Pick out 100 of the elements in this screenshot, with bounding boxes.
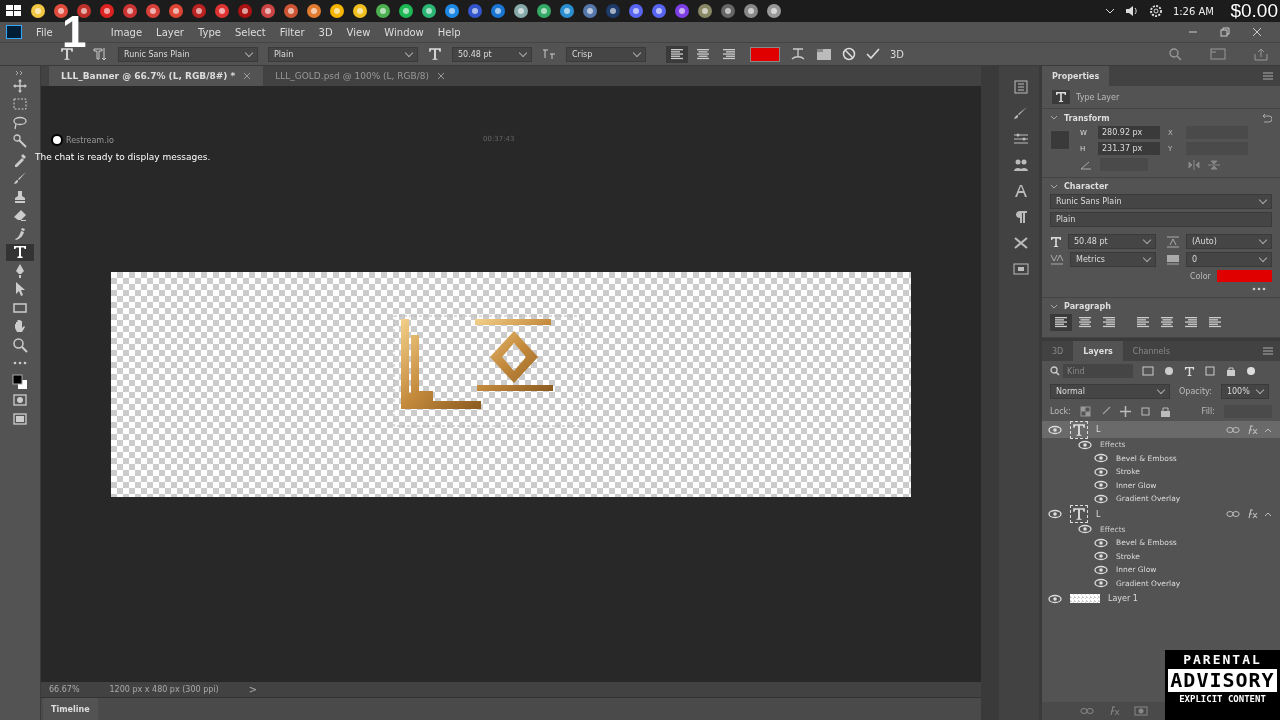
menu-item[interactable]: File	[36, 26, 53, 38]
leading-dropdown[interactable]: (Auto)	[1186, 234, 1272, 249]
close-icon[interactable]	[1252, 27, 1262, 37]
restore-icon[interactable]	[1220, 27, 1230, 37]
share-icon[interactable]	[1254, 47, 1268, 61]
app-icon[interactable]	[766, 3, 782, 19]
antialias-dropdown[interactable]: Crisp	[566, 46, 646, 62]
search-icon[interactable]	[1169, 47, 1182, 61]
app-icon[interactable]	[444, 3, 460, 19]
character-panel-icon[interactable]	[1013, 184, 1029, 198]
menu-item[interactable]: Layer	[156, 26, 184, 38]
close-icon[interactable]	[243, 72, 252, 80]
layer-row[interactable]: Layer 1	[1042, 590, 1280, 607]
eye-icon[interactable]	[1094, 564, 1108, 575]
gear-icon[interactable]	[1148, 4, 1163, 18]
eye-icon[interactable]	[1094, 480, 1108, 491]
eye-icon[interactable]	[1094, 551, 1108, 562]
menu-item[interactable]: Type	[197, 26, 221, 38]
app-icon[interactable]	[30, 3, 46, 19]
menu-item[interactable]: Filter	[279, 26, 305, 38]
width-field[interactable]: 280.92 px	[1098, 126, 1160, 139]
text-align-button[interactable]	[666, 45, 688, 63]
lock-position-icon[interactable]	[1119, 406, 1131, 417]
eye-icon[interactable]	[1048, 509, 1062, 519]
tools-icon[interactable]	[1013, 236, 1029, 250]
font-size-dropdown[interactable]: 50.48 pt	[1068, 234, 1156, 249]
lock-filter-icon[interactable]	[1225, 366, 1237, 376]
menu-item[interactable]: Select	[234, 26, 266, 38]
commit-check-icon[interactable]	[866, 48, 880, 60]
tracking-dropdown[interactable]: 0	[1186, 252, 1272, 267]
close-icon[interactable]	[437, 72, 445, 80]
eye-icon[interactable]	[1078, 439, 1092, 450]
app-icon[interactable]	[536, 3, 552, 19]
app-icon[interactable]	[559, 3, 575, 19]
app-icon[interactable]	[743, 3, 759, 19]
panel-tab[interactable]: Properties	[1042, 66, 1110, 86]
app-icon[interactable]	[651, 3, 667, 19]
app-icon[interactable]	[352, 3, 368, 19]
eye-icon[interactable]	[1078, 524, 1092, 535]
menu-item[interactable]: View	[346, 26, 371, 38]
filter-toggle-icon[interactable]	[1246, 366, 1256, 376]
font-family-dropdown[interactable]: Runic Sans Plain	[1050, 194, 1272, 209]
libraries-icon[interactable]	[1013, 262, 1029, 276]
cancel-icon[interactable]	[842, 47, 856, 61]
history-icon[interactable]	[1013, 80, 1029, 94]
app-icon[interactable]	[674, 3, 690, 19]
height-field[interactable]: 231.37 px	[1098, 142, 1160, 155]
tool-button[interactable]	[6, 243, 34, 261]
app-icon[interactable]	[329, 3, 345, 19]
volume-icon[interactable]	[1124, 5, 1139, 17]
3d-button[interactable]: 3D	[890, 48, 905, 60]
app-icon[interactable]	[467, 3, 483, 19]
timeline-tab[interactable]: Timeline	[43, 698, 98, 720]
app-icon[interactable]	[283, 3, 299, 19]
app-icon[interactable]	[697, 3, 713, 19]
app-icon[interactable]	[237, 3, 253, 19]
layer-filter-field[interactable]: Kind	[1063, 364, 1133, 378]
text-color-swatch[interactable]	[750, 46, 780, 62]
text-align-button[interactable]	[1050, 314, 1072, 331]
reset-icon[interactable]	[1260, 113, 1272, 123]
eye-icon[interactable]	[1094, 537, 1108, 548]
app-icon[interactable]	[122, 3, 138, 19]
panel-tab[interactable]: Layers	[1073, 341, 1123, 361]
section-chevron-icon[interactable]	[1050, 303, 1058, 310]
layer-row[interactable]: L	[1042, 505, 1280, 523]
collapse-caret-icon[interactable]	[1264, 426, 1272, 433]
app-icon[interactable]	[99, 3, 115, 19]
app-icon[interactable]	[145, 3, 161, 19]
eye-icon[interactable]	[1048, 424, 1062, 435]
document-tab[interactable]: LLL_Banner @ 66.7% (L, RGB/8#) *	[49, 66, 264, 86]
app-icon[interactable]	[513, 3, 529, 19]
people-icon[interactable]	[1013, 158, 1029, 172]
font-style-dropdown[interactable]: Plain	[1050, 212, 1272, 227]
app-icon[interactable]	[214, 3, 230, 19]
app-icon[interactable]	[490, 3, 506, 19]
layer-row[interactable]: L	[1042, 421, 1280, 438]
app-icon[interactable]	[720, 3, 736, 19]
menu-item[interactable]: Help	[437, 26, 461, 38]
app-icon[interactable]	[260, 3, 276, 19]
app-icon[interactable]	[398, 3, 414, 19]
font-style-dropdown[interactable]: Plain	[268, 46, 418, 62]
more-options-icon[interactable]	[1252, 287, 1266, 291]
section-chevron-icon[interactable]	[1050, 115, 1058, 121]
warp-text-icon[interactable]	[790, 47, 806, 61]
text-color-swatch[interactable]	[1216, 270, 1272, 282]
start-icon[interactable]	[6, 4, 22, 18]
adjustment-filter-icon[interactable]	[1163, 366, 1175, 376]
app-icon[interactable]	[168, 3, 184, 19]
menu-item[interactable]: 3D	[318, 26, 333, 38]
blend-mode-dropdown[interactable]: Normal	[1050, 384, 1170, 399]
lock-transparency-icon[interactable]	[1079, 406, 1091, 417]
app-icon[interactable]	[605, 3, 621, 19]
app-icon[interactable]	[375, 3, 391, 19]
menu-item[interactable]: Window	[384, 26, 424, 38]
brush-settings-icon[interactable]	[1013, 106, 1029, 120]
lock-artboard-icon[interactable]	[1139, 406, 1151, 417]
eye-icon[interactable]	[1048, 593, 1062, 604]
paragraph-panel-icon[interactable]	[1013, 210, 1029, 224]
font-family-dropdown[interactable]: Runic Sans Plain	[118, 46, 258, 62]
app-icon[interactable]	[306, 3, 322, 19]
